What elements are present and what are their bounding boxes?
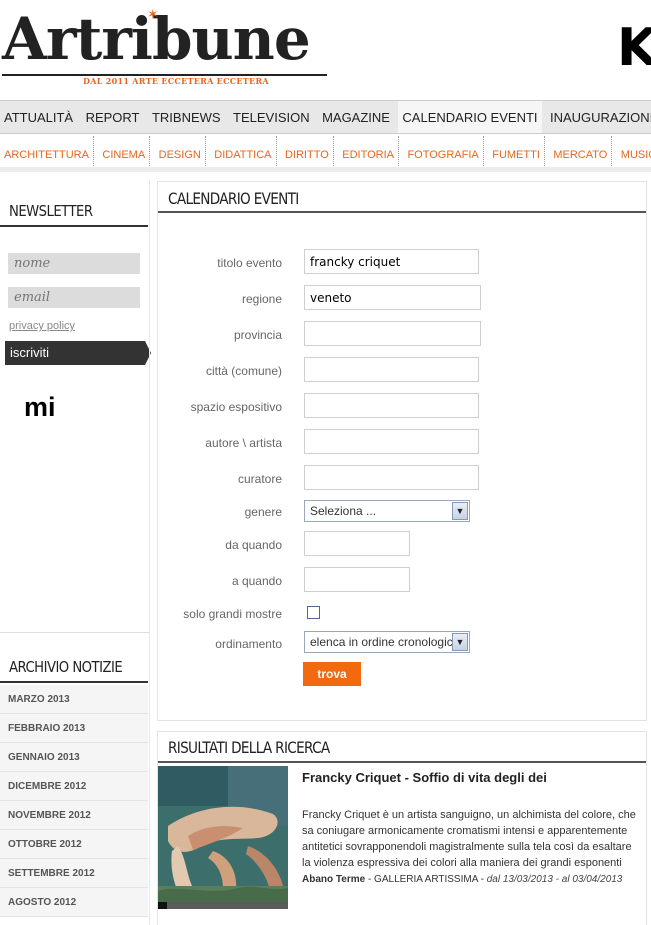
site-header: Artribune ✶ DAL 2011 ARTE ECCETERA ECCET…: [0, 0, 651, 100]
archive-month-link[interactable]: DICEMBRE 2012: [0, 772, 148, 801]
newsletter-name-input[interactable]: [8, 253, 140, 274]
sidebar-banner-text: mi: [24, 392, 56, 422]
titolo-evento-input[interactable]: [304, 249, 479, 274]
category-design[interactable]: DESIGN: [155, 136, 206, 166]
solo-grandi-mostre-checkbox[interactable]: [307, 606, 320, 619]
results-panel-title-rule: [158, 761, 646, 763]
subscribe-button[interactable]: iscriviti: [5, 341, 145, 365]
da-quando-label: da quando: [225, 538, 282, 552]
header-banner-cut-text: K: [617, 18, 651, 78]
privacy-policy-link[interactable]: privacy policy: [9, 320, 75, 332]
result-meta: Abano Terme - GALLERIA ARTISSIMA - dal 1…: [302, 873, 632, 887]
search-results-panel: RISULTATI DELLA RICERCA Francky Criquet …: [157, 731, 647, 925]
spazio-espositivo-label: spazio espositivo: [190, 400, 282, 414]
result-thumbnail-image[interactable]: [158, 766, 288, 909]
nav-item-tribnews[interactable]: TRIBNEWS: [148, 101, 225, 133]
a-quando-label: a quando: [231, 574, 282, 588]
result-venue: - GALLERIA ARTISSIMA -: [365, 874, 487, 885]
trova-button[interactable]: trova: [303, 662, 361, 686]
nav-item-attualita[interactable]: ATTUALITÀ: [0, 101, 77, 133]
archive-month-link[interactable]: FEBBRAIO 2013: [0, 714, 148, 743]
category-fumetti[interactable]: FUMETTI: [488, 136, 545, 166]
category-didattica[interactable]: DIDATTICA: [210, 136, 277, 166]
archive-month-link[interactable]: OTTOBRE 2012: [0, 830, 148, 859]
archive-month-link[interactable]: GENNAIO 2013: [0, 743, 148, 772]
citta-input[interactable]: [304, 357, 479, 382]
regione-input[interactable]: [304, 285, 481, 310]
painting-thumbnail-graphic: [158, 766, 288, 909]
sidebar-divider: [0, 632, 150, 633]
nav-item-report[interactable]: REPORT: [82, 101, 144, 133]
provincia-label: provincia: [233, 328, 282, 342]
archive-month-link[interactable]: AGOSTO 2012: [0, 888, 148, 917]
provincia-input[interactable]: [304, 321, 481, 346]
nav-item-magazine[interactable]: MAGAZINE: [318, 101, 394, 133]
category-cinema[interactable]: CINEMA: [98, 136, 151, 166]
chevron-down-icon: ▼: [452, 502, 468, 520]
archive-title-rule: [0, 681, 148, 683]
genere-select[interactable]: Seleziona ... ▼: [304, 500, 470, 522]
category-editoria[interactable]: EDITORIA: [338, 136, 399, 166]
newsletter-email-input[interactable]: [8, 287, 140, 308]
regione-label: regione: [241, 292, 282, 306]
artribune-logo[interactable]: Artribune ✶ DAL 2011 ARTE ECCETERA ECCET…: [0, 4, 330, 86]
nav-item-television[interactable]: TELEVISION: [229, 101, 314, 133]
category-musica[interactable]: MUSICA: [617, 136, 651, 166]
logo-tagline: DAL 2011 ARTE ECCETERA ECCETERA: [80, 76, 272, 86]
chevron-down-icon: ▼: [452, 633, 468, 651]
spazio-espositivo-input[interactable]: [304, 393, 479, 418]
archive-title: ARCHIVIO NOTIZIE: [9, 658, 123, 676]
logo-star-icon: ✶: [147, 6, 159, 22]
ordinamento-label: ordinamento: [215, 637, 282, 651]
result-title-link[interactable]: Francky Criquet - Soffio di vita degli d…: [302, 770, 547, 785]
results-panel-title: RISULTATI DELLA RICERCA: [168, 738, 330, 757]
left-sidebar: NEWSLETTER privacy policy iscriviti mi A…: [0, 180, 151, 925]
category-diritto[interactable]: DIRITTO: [281, 136, 334, 166]
da-quando-input[interactable]: [304, 531, 410, 556]
category-architettura[interactable]: ARCHITETTURA: [0, 136, 94, 166]
archive-month-link[interactable]: MARZO 2013: [0, 685, 148, 714]
search-panel-title-rule: [158, 211, 646, 213]
curatore-input[interactable]: [304, 465, 479, 490]
main-nav: ATTUALITÀ REPORT TRIBNEWS TELEVISION MAG…: [0, 100, 651, 134]
subscribe-button-arrow: [145, 341, 151, 365]
genere-select-value: Seleziona ...: [310, 504, 377, 518]
result-place: Abano Terme: [302, 874, 366, 885]
archive-month-link[interactable]: NOVEMBRE 2012: [0, 801, 148, 830]
nav-item-calendario-eventi[interactable]: CALENDARIO EVENTI: [398, 101, 542, 133]
titolo-evento-label: titolo evento: [217, 256, 282, 270]
ordinamento-select-value: elenca in ordine cronologico: [310, 635, 460, 649]
sidebar-border: [149, 180, 150, 925]
event-search-panel: CALENDARIO EVENTI titolo evento regione …: [157, 181, 647, 721]
newsletter-title: NEWSLETTER: [9, 202, 93, 220]
category-nav: ARCHITETTURA CINEMA DESIGN DIDATTICA DIR…: [0, 136, 651, 172]
newsletter-title-rule: [0, 225, 148, 227]
solo-grandi-mostre-label: solo grandi mostre: [183, 607, 282, 621]
ordinamento-select[interactable]: elenca in ordine cronologico ▼: [304, 631, 470, 653]
curatore-label: curatore: [237, 472, 282, 486]
result-dates: dal 13/03/2013 - al 03/04/2013: [486, 874, 623, 885]
search-panel-title: CALENDARIO EVENTI: [168, 189, 299, 208]
autore-artista-input[interactable]: [304, 429, 479, 454]
result-description: Francky Criquet è un artista sanguigno, …: [302, 809, 636, 869]
category-fotografia[interactable]: FOTOGRAFIA: [403, 136, 484, 166]
category-mercato[interactable]: MERCATO: [549, 136, 613, 166]
genere-label: genere: [244, 505, 282, 519]
archive-month-link[interactable]: SETTEMBRE 2012: [0, 859, 148, 888]
autore-artista-label: autore \ artista: [205, 436, 282, 450]
nav-item-inaugurazioni[interactable]: INAUGURAZIONI: [546, 101, 651, 133]
a-quando-input[interactable]: [304, 567, 410, 592]
citta-label: città (comune): [205, 364, 282, 378]
